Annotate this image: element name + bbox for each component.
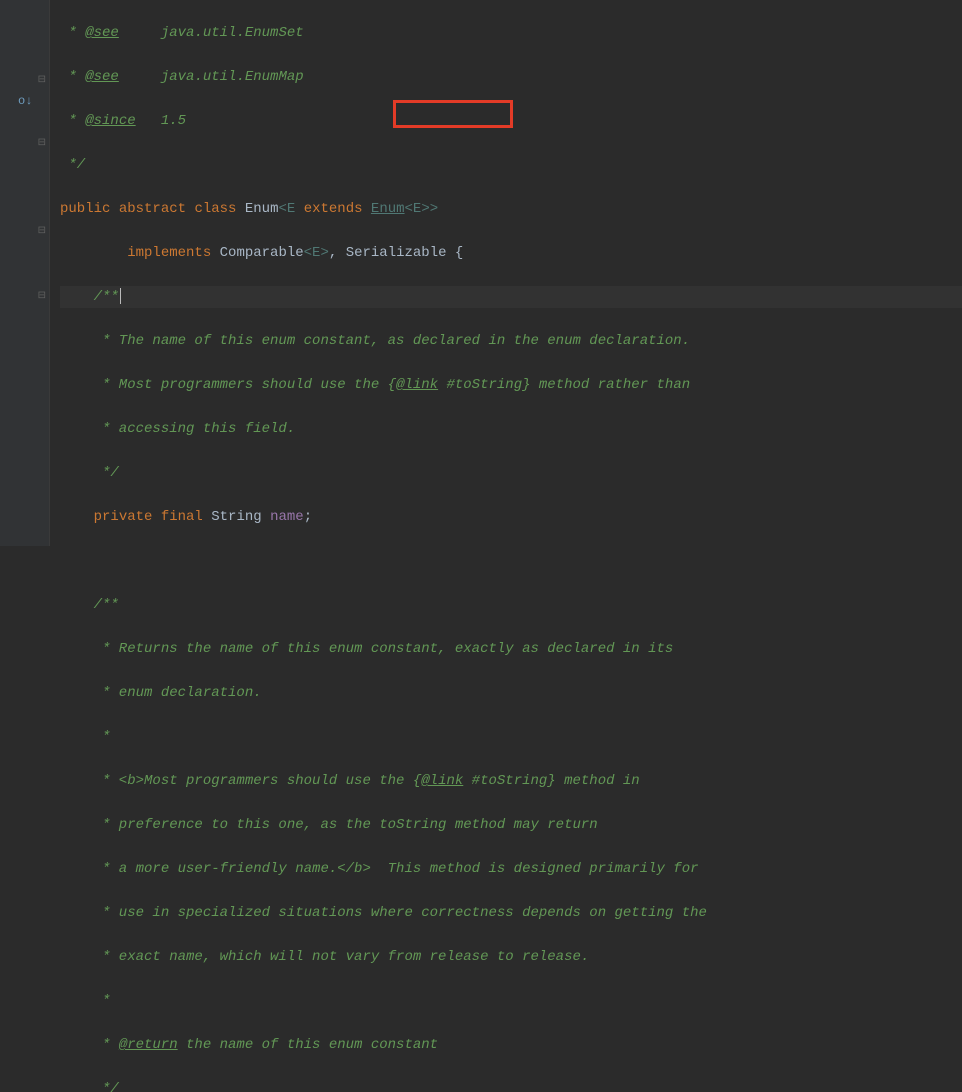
code-line-current[interactable]: /** (60, 286, 962, 308)
code-line[interactable]: * <b>Most programmers should use the {@l… (60, 770, 962, 792)
code-line[interactable]: * Returns the name of this enum constant… (60, 638, 962, 660)
code-line[interactable]: * @since 1.5 (60, 110, 962, 132)
code-line[interactable]: * use in specialized situations where co… (60, 902, 962, 924)
fold-close-icon[interactable]: ⊟ (38, 70, 46, 92)
code-line[interactable] (60, 550, 962, 572)
code-line[interactable]: * exact name, which will not vary from r… (60, 946, 962, 968)
code-line[interactable]: * (60, 990, 962, 1012)
code-line[interactable]: * a more user-friendly name.</b> This me… (60, 858, 962, 880)
code-line[interactable]: * (60, 726, 962, 748)
code-line[interactable]: * preference to this one, as the toStrin… (60, 814, 962, 836)
code-line[interactable]: * Most programmers should use the {@link… (60, 374, 962, 396)
fold-open-icon[interactable]: ⊟ (38, 133, 46, 155)
code-line[interactable]: /** (60, 594, 962, 616)
code-line[interactable]: implements Comparable<E>, Serializable { (60, 242, 962, 264)
code-line[interactable]: private final String name; (60, 506, 962, 528)
editor-gutter[interactable]: o↓ ⊟ ⊟ ⊟ ⊟ (0, 0, 50, 546)
text-caret (120, 288, 121, 304)
fold-open-icon[interactable]: ⊟ (38, 286, 46, 308)
code-line[interactable]: */ (60, 462, 962, 484)
code-line[interactable]: * @see java.util.EnumMap (60, 66, 962, 88)
code-line[interactable]: * accessing this field. (60, 418, 962, 440)
code-editor[interactable]: * @see java.util.EnumSet * @see java.uti… (50, 0, 962, 546)
code-line[interactable]: * The name of this enum constant, as dec… (60, 330, 962, 352)
override-icon[interactable]: o↓ (18, 90, 32, 112)
fold-close-icon[interactable]: ⊟ (38, 221, 46, 243)
serializable-type[interactable]: Serializable (346, 245, 447, 261)
code-line[interactable]: */ (60, 154, 962, 176)
code-line[interactable]: * @return the name of this enum constant (60, 1034, 962, 1056)
code-line[interactable]: public abstract class Enum<E extends Enu… (60, 198, 962, 220)
code-line[interactable]: * enum declaration. (60, 682, 962, 704)
code-line[interactable]: */ (60, 1078, 962, 1092)
code-line[interactable]: * @see java.util.EnumSet (60, 22, 962, 44)
